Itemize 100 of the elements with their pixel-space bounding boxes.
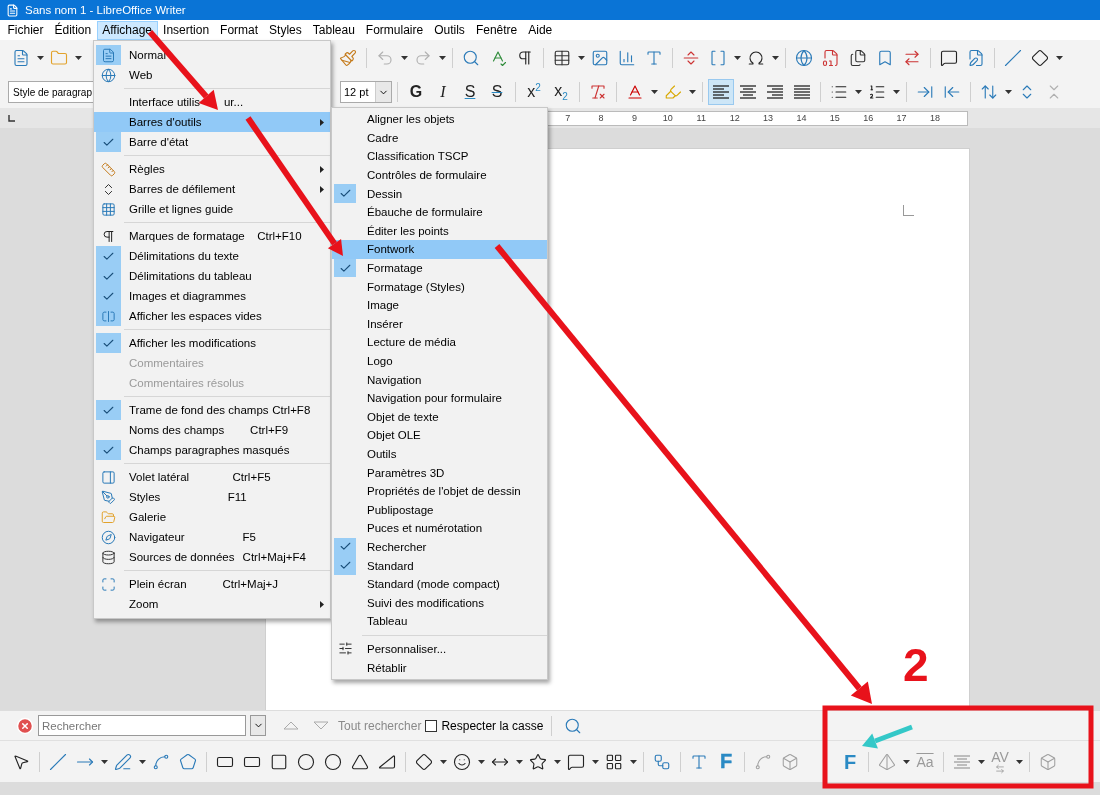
flowchart-icon (653, 752, 671, 771)
menu-item[interactable]: Images et diagrammes (94, 286, 330, 306)
menu[interactable]: Fichier (2, 20, 49, 40)
menu[interactable]: Styles (263, 20, 308, 40)
menu-item[interactable]: Web (94, 65, 330, 85)
menu-item[interactable]: Zoom (94, 594, 330, 614)
menu-item[interactable]: Barre d'état (94, 132, 330, 152)
menu-item[interactable]: Objet de texte (332, 407, 547, 427)
menu-item[interactable]: Classification TSCP (332, 147, 547, 166)
bold-button[interactable]: G (403, 79, 429, 105)
menu-item[interactable]: Éditer les points (332, 221, 547, 241)
menu-item[interactable]: Délimitations du tableau (94, 266, 330, 286)
menu-item[interactable]: Tableau (332, 612, 547, 631)
menu-item[interactable]: Navigation pour formulaire (332, 388, 547, 408)
menu-item[interactable]: Insérer (332, 314, 547, 334)
menu-item[interactable]: Noms des champs Ctrl+F9 (94, 420, 330, 440)
font-color-icon (626, 83, 644, 101)
menu-item[interactable]: Marques de formatage Ctrl+F10 (94, 226, 330, 246)
menu-item[interactable]: Logo (332, 351, 547, 371)
menu-item[interactable]: Afficher les espaces vides (94, 306, 330, 326)
menu-item[interactable]: Champs paragraphes masqués (94, 440, 330, 460)
brackets-icon (709, 49, 727, 67)
menu-item[interactable]: Afficher les modifications (94, 333, 330, 353)
menu-item[interactable]: Paramètres 3D (332, 463, 547, 482)
paintbrush-icon (339, 49, 357, 67)
menu-item[interactable]: Fontwork (332, 240, 547, 259)
shortcut-label: Ctrl+F5 (232, 471, 271, 483)
line-icon (1004, 49, 1022, 67)
tab-stop-icon[interactable] (8, 114, 15, 122)
script-button[interactable]: x$_{2}$ (548, 79, 574, 105)
underline-button[interactable]: S (457, 79, 483, 105)
menu-item[interactable]: Trame de fond des champs Ctrl+F8 (94, 400, 330, 420)
menu-item[interactable]: Puces et numérotation (332, 519, 547, 538)
shortcut-label: Ctrl+Maj+J (222, 578, 279, 590)
menu-item[interactable]: Plein écran Ctrl+Maj+J (94, 574, 330, 594)
menu-item[interactable]: Image (332, 295, 547, 315)
align-button[interactable] (708, 79, 734, 105)
menu[interactable]: Format (214, 20, 264, 40)
menu-item[interactable]: Styles F11 (94, 487, 330, 507)
menu-item[interactable]: Délimitations du texte (94, 246, 330, 266)
menu-item[interactable]: Sources de données Ctrl+Maj+F4 (94, 547, 330, 567)
smiley-icon (453, 752, 471, 771)
menu-item[interactable]: Rechercher (332, 537, 547, 557)
menu-item[interactable]: Formatage (Styles) (332, 277, 547, 296)
checkbox[interactable] (425, 719, 438, 732)
menu[interactable]: Fenêtre (470, 20, 523, 40)
menu-item[interactable]: Ébauche de formulaire (332, 202, 547, 222)
menu-item[interactable]: Barres d'outils (94, 112, 330, 132)
menu[interactable]: Édition (49, 20, 97, 40)
caret-icon (1015, 759, 1023, 764)
menu-item[interactable]: Propriétés de l'objet de dessin (332, 481, 547, 501)
speech-bubble-icon (940, 49, 958, 67)
caret-icon (1004, 90, 1012, 94)
menu-item[interactable]: Dessin (332, 184, 547, 203)
omega-icon (747, 49, 765, 67)
caret-icon (400, 56, 408, 60)
menu[interactable]: Insertion (157, 20, 215, 40)
ruler-number: 12 (728, 113, 741, 123)
menu-item[interactable]: Rétablir (332, 658, 547, 677)
menu-item[interactable]: Galerie (94, 507, 330, 527)
menu[interactable]: Tableau (307, 20, 361, 40)
italic-button[interactable]: I (430, 79, 456, 105)
close-icon[interactable] (16, 716, 34, 735)
script-button[interactable]: x$^{2}$ (521, 79, 547, 105)
undo-icon (376, 49, 394, 67)
menu-item[interactable]: Barres de défilement (94, 179, 330, 199)
menu-item[interactable]: Volet latéral Ctrl+F5 (94, 467, 330, 487)
bar-chart-icon (618, 49, 636, 67)
menu-item[interactable]: Publipostage (332, 500, 547, 520)
menu-item[interactable]: Interface utilis ur... (94, 92, 330, 112)
text-boundary-mark (903, 205, 914, 216)
menu-item[interactable]: Navigation (332, 370, 547, 389)
menu-item[interactable]: Outils (332, 444, 547, 464)
menu-item[interactable]: Standard (332, 556, 547, 575)
menu-item[interactable]: Contrôles de formulaire (332, 165, 547, 185)
paragraph-style-field[interactable]: Style de paragrap (8, 81, 94, 103)
menu-item[interactable]: Standard (mode compact) (332, 574, 547, 594)
menu-item[interactable]: Formatage (332, 258, 547, 278)
menu[interactable]: Formulaire (360, 20, 429, 40)
shortcut-label: Ctrl+F10 (257, 230, 302, 242)
menu-item[interactable]: Suivi des modifications (332, 593, 547, 613)
menu[interactable]: Affichage (96, 20, 158, 40)
footnote-icon (822, 49, 840, 67)
search-field[interactable]: Rechercher (38, 715, 246, 736)
checkbox-label[interactable]: Respecter la casse (441, 718, 544, 733)
menu-item[interactable]: Aligner les objets (332, 110, 547, 129)
menu-item[interactable]: Navigateur F5 (94, 527, 330, 547)
menu-item[interactable]: Règles (94, 159, 330, 179)
caret-icon (577, 56, 585, 60)
menu[interactable]: Outils (428, 20, 471, 40)
font-size-field[interactable]: 12 pt (340, 81, 392, 103)
pen-curve-icon (114, 752, 132, 771)
menu-item[interactable]: Objet OLE (332, 426, 547, 445)
menu-item[interactable]: Personnaliser... (332, 639, 547, 659)
menu-item[interactable]: Cadre (332, 128, 547, 148)
menu-item[interactable]: Grille et lignes guide (94, 199, 330, 219)
menu-item[interactable]: Lecture de média (332, 333, 547, 352)
menu-item[interactable]: Normal (94, 45, 330, 65)
caret-icon (100, 759, 108, 764)
menu[interactable]: Aide (522, 20, 558, 40)
